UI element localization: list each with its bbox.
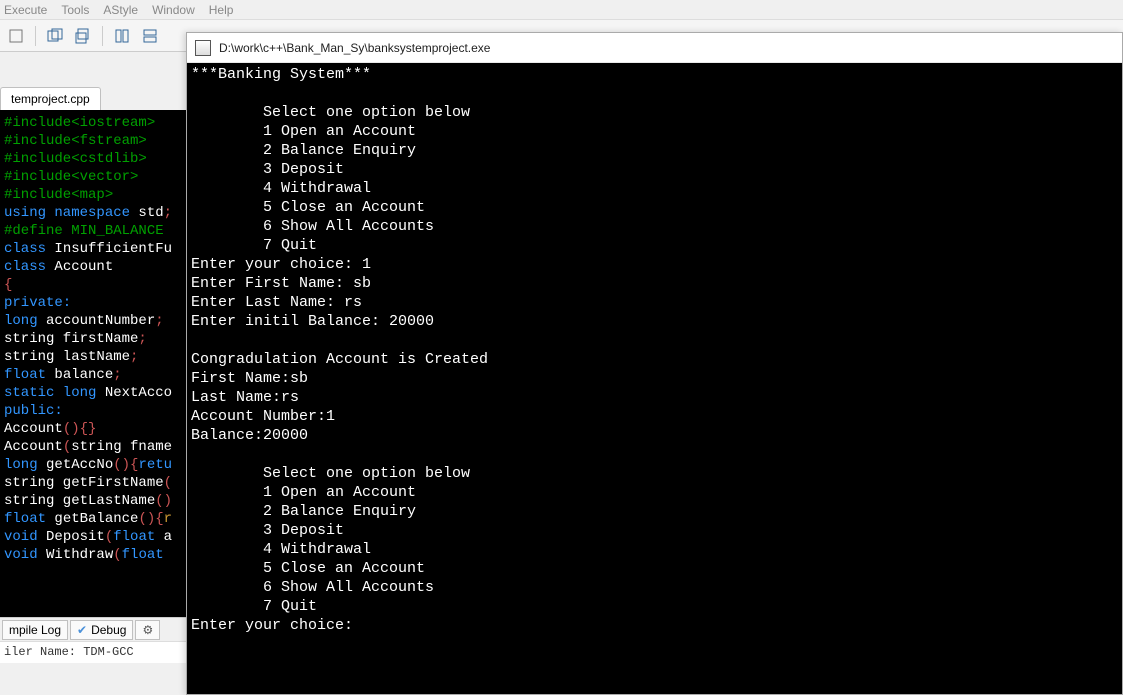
ide-panel: temproject.cpp #include<iostream>#includ… xyxy=(0,52,186,663)
menu-bar: Execute Tools AStyle Window Help xyxy=(0,0,1123,20)
toolbar-separator xyxy=(102,26,103,46)
console-titlebar[interactable]: D:\work\c++\Bank_Man_Sy\banksystemprojec… xyxy=(187,33,1122,63)
main-area: temproject.cpp #include<iostream>#includ… xyxy=(0,52,1123,663)
tab-debug[interactable]: ✔ Debug xyxy=(70,620,133,640)
toolbar-btn-2[interactable] xyxy=(43,24,67,48)
console-title: D:\work\c++\Bank_Man_Sy\banksystemprojec… xyxy=(219,41,490,55)
bottom-tab-row: mpile Log ✔ Debug ⚙ xyxy=(0,617,186,641)
code-editor[interactable]: #include<iostream>#include<fstream>#incl… xyxy=(0,110,186,617)
console-output[interactable]: ***Banking System*** Select one option b… xyxy=(187,63,1122,694)
menu-tools[interactable]: Tools xyxy=(61,3,89,17)
compiler-status: iler Name: TDM-GCC xyxy=(0,641,186,663)
toolbar-btn-4[interactable] xyxy=(110,24,134,48)
gear-icon: ⚙ xyxy=(142,623,153,637)
check-icon: ✔ xyxy=(77,623,87,637)
tab-debug-label: Debug xyxy=(91,623,126,637)
menu-help[interactable]: Help xyxy=(209,3,234,17)
tab-extra[interactable]: ⚙ xyxy=(135,620,160,640)
menu-astyle[interactable]: AStyle xyxy=(103,3,138,17)
menu-execute[interactable]: Execute xyxy=(4,3,47,17)
toolbar-btn-5[interactable] xyxy=(138,24,162,48)
editor-tab[interactable]: temproject.cpp xyxy=(0,87,101,110)
console-window: D:\work\c++\Bank_Man_Sy\banksystemprojec… xyxy=(186,32,1123,695)
toolbar-btn-3[interactable] xyxy=(71,24,95,48)
tab-compile-log[interactable]: mpile Log xyxy=(2,620,68,640)
app-icon xyxy=(195,40,211,56)
toolbar-separator xyxy=(35,26,36,46)
toolbar-btn-1[interactable] xyxy=(4,24,28,48)
menu-window[interactable]: Window xyxy=(152,3,195,17)
editor-tab-row: temproject.cpp xyxy=(0,82,186,110)
